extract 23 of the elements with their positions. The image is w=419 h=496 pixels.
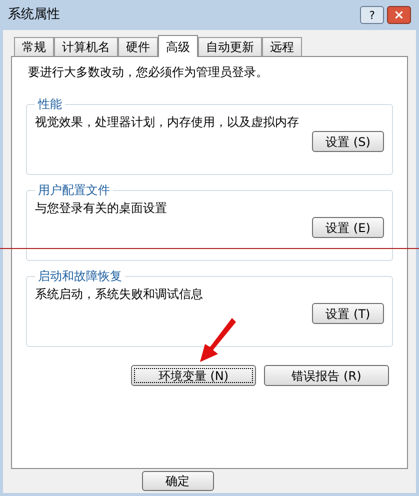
tab[interactable]: 远程 <box>262 37 302 56</box>
dialog-button[interactable]: 错误报告 (R) <box>264 365 389 386</box>
tab[interactable]: 计算机名 <box>54 37 118 56</box>
window-title: 系统属性 <box>8 6 60 24</box>
tab[interactable]: 常规 <box>14 37 54 56</box>
settings-button[interactable]: 设置 (T) <box>312 303 384 324</box>
admin-notice: 要进行大多数改动，您必须作为管理员登录。 <box>28 64 269 81</box>
group-title: 用户配置文件 <box>37 182 111 199</box>
arrow-icon <box>198 316 236 364</box>
group-description: 视觉效果，处理器计划，内存使用，以及虚拟内存 <box>35 114 300 131</box>
settings-button[interactable]: 设置 (S) <box>312 131 384 152</box>
dialog-button[interactable]: 环境变量 (N) <box>131 365 256 386</box>
ok-button[interactable]: 确定 <box>142 471 214 491</box>
group-title: 启动和故障恢复 <box>37 268 123 285</box>
tab[interactable]: 硬件 <box>118 37 158 56</box>
group-title: 性能 <box>36 96 63 113</box>
group-description: 与您登录有关的桌面设置 <box>35 200 168 217</box>
group-description: 系统启动，系统失败和调试信息 <box>35 286 204 303</box>
tab[interactable]: 高级 <box>158 35 198 57</box>
tab[interactable]: 自动更新 <box>198 37 262 56</box>
close-button[interactable]: × <box>387 6 411 24</box>
help-button[interactable]: ? <box>360 6 384 24</box>
settings-button[interactable]: 设置 (E) <box>312 217 384 238</box>
